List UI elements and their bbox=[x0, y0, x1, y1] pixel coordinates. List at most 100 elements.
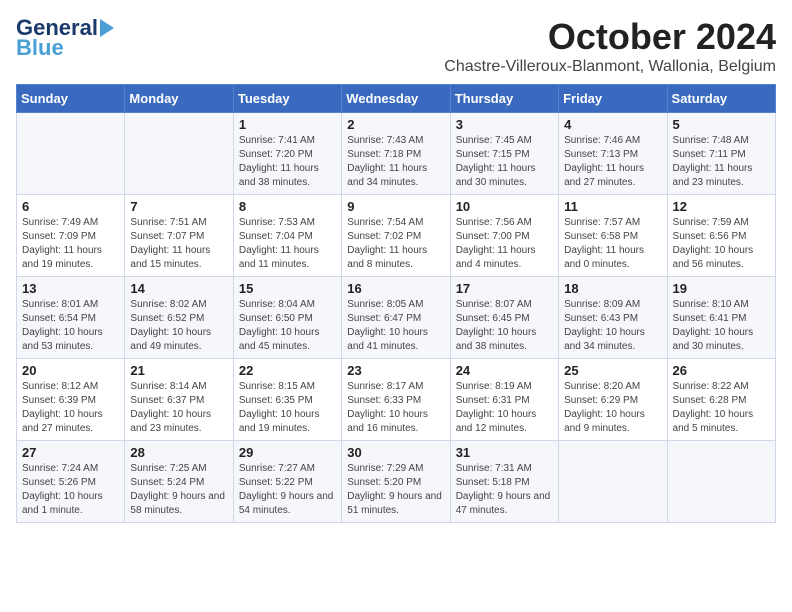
calendar-week-row: 6 Sunrise: 7:49 AM Sunset: 7:09 PM Daylig… bbox=[17, 195, 776, 277]
day-number: 1 bbox=[239, 117, 336, 132]
day-info: Sunrise: 7:49 AM Sunset: 7:09 PM Dayligh… bbox=[22, 216, 119, 272]
calendar-cell: 29 Sunrise: 7:27 AM Sunset: 5:22 PM Dayli… bbox=[233, 441, 341, 523]
day-info: Sunrise: 7:45 AM Sunset: 7:15 PM Dayligh… bbox=[456, 134, 553, 190]
day-number: 9 bbox=[347, 199, 444, 214]
calendar-cell: 10Sunrise: 7:56 AM Sunset: 7:00 PM Dayli… bbox=[450, 195, 558, 277]
day-number: 28 bbox=[130, 445, 227, 460]
calendar-cell: 22 Sunrise: 8:15 AM Sunset: 6:35 PM Dayli… bbox=[233, 359, 341, 441]
calendar-cell: 21 Sunrise: 8:14 AM Sunset: 6:37 PM Dayli… bbox=[125, 359, 233, 441]
day-number: 12 bbox=[673, 199, 770, 214]
day-info: Sunrise: 7:59 AM Sunset: 6:56 PM Dayligh… bbox=[673, 216, 770, 272]
calendar-cell: 20 Sunrise: 8:12 AM Sunset: 6:39 PM Dayli… bbox=[17, 359, 125, 441]
day-number: 10 bbox=[456, 199, 553, 214]
day-number: 19 bbox=[673, 281, 770, 296]
logo: General Blue bbox=[16, 16, 114, 60]
calendar-week-row: 27Sunrise: 7:24 AM Sunset: 5:26 PM Dayli… bbox=[17, 441, 776, 523]
weekday-header-saturday: Saturday bbox=[667, 85, 775, 113]
day-info: Sunrise: 7:25 AM Sunset: 5:24 PM Dayligh… bbox=[130, 462, 227, 518]
calendar-cell: 4 Sunrise: 7:46 AM Sunset: 7:13 PM Daylig… bbox=[559, 113, 667, 195]
day-number: 5 bbox=[673, 117, 770, 132]
day-info: Sunrise: 7:46 AM Sunset: 7:13 PM Dayligh… bbox=[564, 134, 661, 190]
calendar-cell: 18 Sunrise: 8:09 AM Sunset: 6:43 PM Dayli… bbox=[559, 277, 667, 359]
day-info: Sunrise: 7:43 AM Sunset: 7:18 PM Dayligh… bbox=[347, 134, 444, 190]
day-number: 26 bbox=[673, 363, 770, 378]
calendar-cell bbox=[559, 441, 667, 523]
weekday-header-thursday: Thursday bbox=[450, 85, 558, 113]
day-info: Sunrise: 8:05 AM Sunset: 6:47 PM Dayligh… bbox=[347, 298, 444, 354]
day-number: 31 bbox=[456, 445, 553, 460]
day-info: Sunrise: 7:51 AM Sunset: 7:07 PM Dayligh… bbox=[130, 216, 227, 272]
day-info: Sunrise: 8:17 AM Sunset: 6:33 PM Dayligh… bbox=[347, 380, 444, 436]
day-info: Sunrise: 8:19 AM Sunset: 6:31 PM Dayligh… bbox=[456, 380, 553, 436]
weekday-header-tuesday: Tuesday bbox=[233, 85, 341, 113]
calendar-cell: 1Sunrise: 7:41 AM Sunset: 7:20 PM Daylig… bbox=[233, 113, 341, 195]
logo-text-blue: Blue bbox=[16, 36, 64, 60]
location-subtitle: Chastre-Villeroux-Blanmont, Wallonia, Be… bbox=[444, 58, 776, 76]
day-info: Sunrise: 7:53 AM Sunset: 7:04 PM Dayligh… bbox=[239, 216, 336, 272]
day-number: 24 bbox=[456, 363, 553, 378]
day-info: Sunrise: 8:02 AM Sunset: 6:52 PM Dayligh… bbox=[130, 298, 227, 354]
day-number: 17 bbox=[456, 281, 553, 296]
calendar-cell: 3 Sunrise: 7:45 AM Sunset: 7:15 PM Daylig… bbox=[450, 113, 558, 195]
day-number: 16 bbox=[347, 281, 444, 296]
calendar-cell: 17 Sunrise: 8:07 AM Sunset: 6:45 PM Dayli… bbox=[450, 277, 558, 359]
day-number: 21 bbox=[130, 363, 227, 378]
day-number: 18 bbox=[564, 281, 661, 296]
day-info: Sunrise: 7:57 AM Sunset: 6:58 PM Dayligh… bbox=[564, 216, 661, 272]
day-info: Sunrise: 8:07 AM Sunset: 6:45 PM Dayligh… bbox=[456, 298, 553, 354]
day-number: 8 bbox=[239, 199, 336, 214]
calendar-cell: 7 Sunrise: 7:51 AM Sunset: 7:07 PM Daylig… bbox=[125, 195, 233, 277]
day-number: 23 bbox=[347, 363, 444, 378]
calendar-cell: 31Sunrise: 7:31 AM Sunset: 5:18 PM Dayli… bbox=[450, 441, 558, 523]
calendar-week-row: 20 Sunrise: 8:12 AM Sunset: 6:39 PM Dayli… bbox=[17, 359, 776, 441]
day-number: 14 bbox=[130, 281, 227, 296]
day-info: Sunrise: 8:09 AM Sunset: 6:43 PM Dayligh… bbox=[564, 298, 661, 354]
calendar-cell: 2Sunrise: 7:43 AM Sunset: 7:18 PM Daylig… bbox=[342, 113, 450, 195]
calendar-cell: 24 Sunrise: 8:19 AM Sunset: 6:31 PM Dayli… bbox=[450, 359, 558, 441]
calendar-cell: 11Sunrise: 7:57 AM Sunset: 6:58 PM Dayli… bbox=[559, 195, 667, 277]
calendar-cell: 6 Sunrise: 7:49 AM Sunset: 7:09 PM Daylig… bbox=[17, 195, 125, 277]
calendar-week-row: 13 Sunrise: 8:01 AM Sunset: 6:54 PM Dayli… bbox=[17, 277, 776, 359]
weekday-header-monday: Monday bbox=[125, 85, 233, 113]
day-info: Sunrise: 7:29 AM Sunset: 5:20 PM Dayligh… bbox=[347, 462, 444, 518]
day-info: Sunrise: 8:15 AM Sunset: 6:35 PM Dayligh… bbox=[239, 380, 336, 436]
day-info: Sunrise: 8:10 AM Sunset: 6:41 PM Dayligh… bbox=[673, 298, 770, 354]
calendar-cell: 28 Sunrise: 7:25 AM Sunset: 5:24 PM Dayli… bbox=[125, 441, 233, 523]
day-number: 7 bbox=[130, 199, 227, 214]
day-number: 30 bbox=[347, 445, 444, 460]
weekday-header-wednesday: Wednesday bbox=[342, 85, 450, 113]
calendar-cell: 30 Sunrise: 7:29 AM Sunset: 5:20 PM Dayli… bbox=[342, 441, 450, 523]
calendar-cell: 19 Sunrise: 8:10 AM Sunset: 6:41 PM Dayli… bbox=[667, 277, 775, 359]
day-info: Sunrise: 7:48 AM Sunset: 7:11 PM Dayligh… bbox=[673, 134, 770, 190]
calendar-week-row: 1Sunrise: 7:41 AM Sunset: 7:20 PM Daylig… bbox=[17, 113, 776, 195]
calendar-cell: 9Sunrise: 7:54 AM Sunset: 7:02 PM Daylig… bbox=[342, 195, 450, 277]
day-info: Sunrise: 7:27 AM Sunset: 5:22 PM Dayligh… bbox=[239, 462, 336, 518]
day-info: Sunrise: 8:12 AM Sunset: 6:39 PM Dayligh… bbox=[22, 380, 119, 436]
day-info: Sunrise: 8:14 AM Sunset: 6:37 PM Dayligh… bbox=[130, 380, 227, 436]
calendar-cell: 5 Sunrise: 7:48 AM Sunset: 7:11 PM Daylig… bbox=[667, 113, 775, 195]
calendar-table: SundayMondayTuesdayWednesdayThursdayFrid… bbox=[16, 84, 776, 523]
day-number: 4 bbox=[564, 117, 661, 132]
calendar-cell: 14 Sunrise: 8:02 AM Sunset: 6:52 PM Dayli… bbox=[125, 277, 233, 359]
title-section: October 2024 Chastre-Villeroux-Blanmont,… bbox=[444, 16, 776, 76]
weekday-header-sunday: Sunday bbox=[17, 85, 125, 113]
day-info: Sunrise: 7:24 AM Sunset: 5:26 PM Dayligh… bbox=[22, 462, 119, 518]
calendar-cell: 26 Sunrise: 8:22 AM Sunset: 6:28 PM Dayli… bbox=[667, 359, 775, 441]
day-number: 13 bbox=[22, 281, 119, 296]
day-number: 6 bbox=[22, 199, 119, 214]
day-info: Sunrise: 8:04 AM Sunset: 6:50 PM Dayligh… bbox=[239, 298, 336, 354]
day-number: 15 bbox=[239, 281, 336, 296]
day-info: Sunrise: 8:20 AM Sunset: 6:29 PM Dayligh… bbox=[564, 380, 661, 436]
day-info: Sunrise: 8:22 AM Sunset: 6:28 PM Dayligh… bbox=[673, 380, 770, 436]
day-number: 20 bbox=[22, 363, 119, 378]
day-number: 29 bbox=[239, 445, 336, 460]
calendar-cell: 23 Sunrise: 8:17 AM Sunset: 6:33 PM Dayli… bbox=[342, 359, 450, 441]
calendar-cell bbox=[125, 113, 233, 195]
calendar-cell: 13 Sunrise: 8:01 AM Sunset: 6:54 PM Dayli… bbox=[17, 277, 125, 359]
day-number: 3 bbox=[456, 117, 553, 132]
day-number: 22 bbox=[239, 363, 336, 378]
calendar-cell bbox=[667, 441, 775, 523]
day-info: Sunrise: 8:01 AM Sunset: 6:54 PM Dayligh… bbox=[22, 298, 119, 354]
calendar-body: 1Sunrise: 7:41 AM Sunset: 7:20 PM Daylig… bbox=[17, 113, 776, 523]
page-header: General Blue October 2024 Chastre-Viller… bbox=[16, 16, 776, 76]
